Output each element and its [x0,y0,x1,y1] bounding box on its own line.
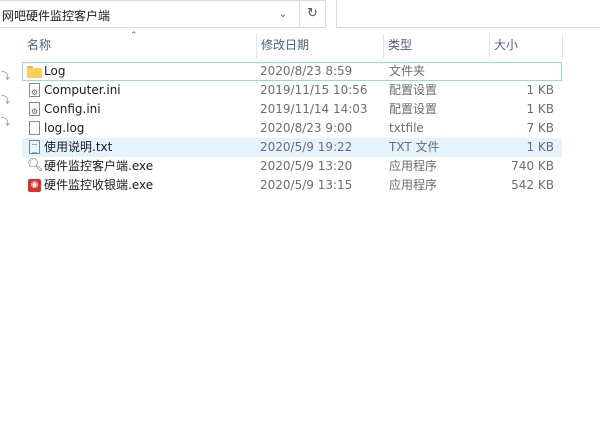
config-file-icon: ⚙ [29,83,40,97]
navigation-pane: ⤵ ⤵ ⤵ [0,30,18,437]
column-name[interactable]: 名称 [22,31,256,59]
column-header: ⌃ 名称 修改日期 类型 大小 [22,31,563,59]
file-row[interactable]: Log 2020/8/23 8:59 文件夹 [22,62,562,81]
address-bar: 网吧硬件监控客户端 ⌄ ↻ [0,0,600,30]
file-name: Config.ini [44,102,101,116]
file-date: 2019/11/14 14:03 [260,102,368,116]
file-date: 2019/11/15 10:56 [260,83,368,97]
file-date: 2020/5/9 13:15 [260,178,353,192]
column-type[interactable]: 类型 [383,31,489,59]
folder-icon [27,66,42,78]
file-name: log.log [44,121,85,135]
file-size: 1 KB [526,102,554,116]
file-type: 应用程序 [389,159,438,173]
file-date: 2020/8/23 9:00 [260,121,353,135]
file-list: Log 2020/8/23 8:59 文件夹 ⚙ Computer.ini 20… [22,62,562,195]
file-type: TXT 文件 [389,140,440,154]
file-size: 7 KB [526,121,554,135]
search-input[interactable] [336,0,600,28]
red-app-icon: ◉ [28,179,41,192]
text-file-icon [29,140,40,154]
chevron-down-icon[interactable]: ⌄ [273,5,293,25]
file-row[interactable]: ⚙ Computer.ini 2019/11/15 10:56 配置设置 1 K… [22,81,562,100]
file-row[interactable]: log.log 2020/8/23 9:00 txtfile 7 KB [22,119,562,138]
file-date: 2020/5/9 13:20 [260,159,353,173]
pin-icon: ⤵ [1,72,11,82]
file-name: 硬件监控客户端.exe [44,159,154,173]
file-row[interactable]: ◉ 硬件监控收银端.exe 2020/5/9 13:15 应用程序 542 KB [22,176,562,195]
file-name: 使用说明.txt [44,140,113,154]
config-file-icon: ⚙ [29,102,40,116]
file-size: 1 KB [526,83,554,97]
file-icon [29,121,40,135]
file-date: 2020/8/23 8:59 [260,64,353,78]
file-name: Log [44,64,66,78]
file-type: 配置设置 [389,102,438,116]
file-type: 配置设置 [389,83,438,97]
column-date[interactable]: 修改日期 [256,31,383,59]
column-size[interactable]: 大小 [489,31,562,59]
file-size: 740 KB [511,159,554,173]
search-app-icon: 🔍︎ [27,158,44,173]
file-size: 542 KB [511,178,554,192]
pin-icon: ⤵ [1,96,11,106]
file-type: 应用程序 [389,178,438,192]
column-divider[interactable] [562,34,563,58]
file-name: 硬件监控收银端.exe [44,178,154,192]
file-row[interactable]: 使用说明.txt 2020/5/9 19:22 TXT 文件 1 KB [22,138,562,157]
file-size [494,62,554,81]
address-field[interactable]: 网吧硬件监控客户端 ⌄ [0,0,300,28]
file-row[interactable]: 🔍︎ 硬件监控客户端.exe 2020/5/9 13:20 应用程序 740 K… [22,157,562,176]
file-size: 1 KB [526,140,554,154]
file-row[interactable]: ⚙ Config.ini 2019/11/14 14:03 配置设置 1 KB [22,100,562,119]
file-type: txtfile [389,121,424,135]
file-date: 2020/5/9 19:22 [260,140,353,154]
file-name: Computer.ini [44,83,121,97]
pin-icon: ⤵ [1,118,11,128]
address-path[interactable]: 网吧硬件监控客户端 [2,7,110,24]
file-type: 文件夹 [389,64,426,78]
refresh-icon[interactable]: ↻ [300,0,326,28]
